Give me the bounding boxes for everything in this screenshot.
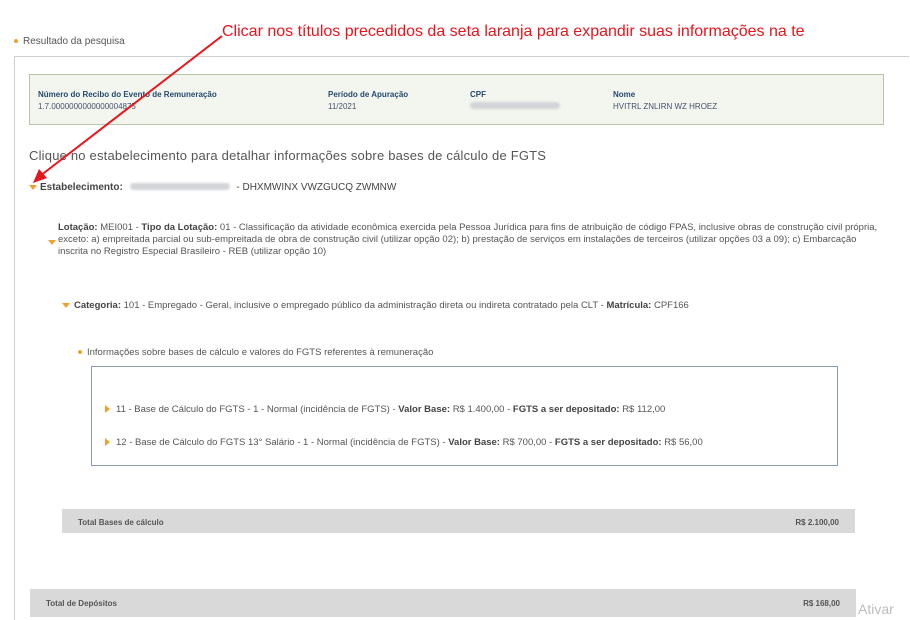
bullet-icon: [14, 39, 18, 44]
fgts-value: R$ 112,00: [622, 404, 666, 415]
base-row[interactable]: 12 - Base de Cálculo do FGTS 13° Salário…: [105, 437, 703, 448]
matricula-value: CPF166: [653, 300, 689, 311]
expand-arrow-icon[interactable]: [105, 438, 110, 447]
tipo-lotacao-label: Tipo da Lotação:: [141, 222, 218, 233]
total-depositos-label: Total de Depósitos: [46, 599, 117, 608]
total-depositos-bar: Total de Depósitos R$ 168,00: [30, 589, 856, 617]
categoria-label: Categoria:: [74, 300, 121, 311]
cpf-header: CPF: [470, 90, 486, 99]
expand-arrow-icon[interactable]: [29, 184, 37, 190]
recibo-value: 1.7.0000000000000004875: [38, 102, 136, 111]
bullet-icon: [78, 350, 82, 355]
instruction-text: Clique no estabelecimento para detalhar …: [29, 148, 547, 163]
fgts-label: FGTS a ser depositado:: [554, 437, 662, 448]
base-text: 11 - Base de Cálculo do FGTS - 1 - Norma…: [116, 404, 396, 415]
total-bases-label: Total Bases de cálculo: [78, 518, 164, 527]
valor-base-value: R$ 1.400,00 -: [452, 404, 511, 415]
fgts-value: R$ 56,00: [664, 437, 703, 448]
lotacao-expand-arrow-icon[interactable]: [48, 240, 56, 245]
cpf-column: CPF: [470, 89, 560, 113]
lotacao-label: Lotação:: [58, 222, 98, 233]
cnpj-redacted: [129, 183, 230, 190]
fgts-label: FGTS a ser depositado:: [512, 404, 620, 415]
estabelecimento-label: Estabelecimento:: [40, 182, 123, 193]
valor-base-label: Valor Base:: [448, 437, 500, 448]
lotacao-code: MEI001 -: [100, 222, 139, 233]
info-title-text: Informações sobre bases de cálculo e val…: [87, 347, 434, 358]
estabelecimento-row[interactable]: Estabelecimento: - DHXMWINX VWZGUCQ ZWMN…: [29, 182, 396, 193]
categoria-text: 101 - Empregado - Geral, inclusive o emp…: [123, 300, 604, 311]
recibo-column: Número do Recibo do Evento de Remuneraçã…: [38, 89, 217, 113]
cpf-redacted: [470, 102, 560, 109]
periodo-header: Período de Apuração: [328, 90, 409, 99]
result-panel: [14, 56, 909, 620]
summary-box: Número do Recibo do Evento de Remuneraçã…: [29, 74, 884, 125]
categoria-row[interactable]: Categoria: 101 - Empregado - Geral, incl…: [62, 300, 689, 311]
periodo-column: Período de Apuração 11/2021: [328, 89, 408, 113]
search-result-label: Resultado da pesquisa: [14, 36, 125, 47]
bases-box: [91, 366, 838, 466]
nome-value: HVITRL ZNLIRN WZ HROEZ: [613, 102, 718, 111]
lotacao-row[interactable]: Lotação: MEI001 - Tipo da Lotação: 01 - …: [58, 222, 878, 258]
total-bases-bar: Total Bases de cálculo R$ 2.100,00: [62, 509, 855, 533]
periodo-value: 11/2021: [328, 102, 357, 111]
valor-base-label: Valor Base:: [398, 404, 451, 415]
nome-column: Nome HVITRL ZNLIRN WZ HROEZ: [613, 89, 717, 113]
total-depositos-value: R$ 168,00: [803, 599, 840, 608]
info-title: Informações sobre bases de cálculo e val…: [78, 347, 433, 358]
result-label-text: Resultado da pesquisa: [23, 36, 125, 47]
nome-header: Nome: [613, 90, 636, 99]
valor-base-value: R$ 700,00 -: [502, 437, 553, 448]
base-text: 12 - Base de Cálculo do FGTS 13° Salário…: [116, 437, 446, 448]
recibo-header: Número do Recibo do Evento de Remuneraçã…: [38, 90, 217, 99]
categoria-expand-arrow-icon[interactable]: [62, 302, 70, 308]
activation-watermark: Ativar: [858, 601, 894, 617]
base-row[interactable]: 11 - Base de Cálculo do FGTS - 1 - Norma…: [105, 404, 665, 415]
matricula-label: Matrícula:: [606, 300, 652, 311]
total-bases-value: R$ 2.100,00: [795, 518, 839, 527]
annotation-text: Clicar nos títulos precedidos da seta la…: [222, 23, 805, 40]
estabelecimento-name: - DHXMWINX VWZGUCQ ZWMNW: [236, 182, 397, 193]
expand-arrow-icon[interactable]: [105, 405, 110, 414]
